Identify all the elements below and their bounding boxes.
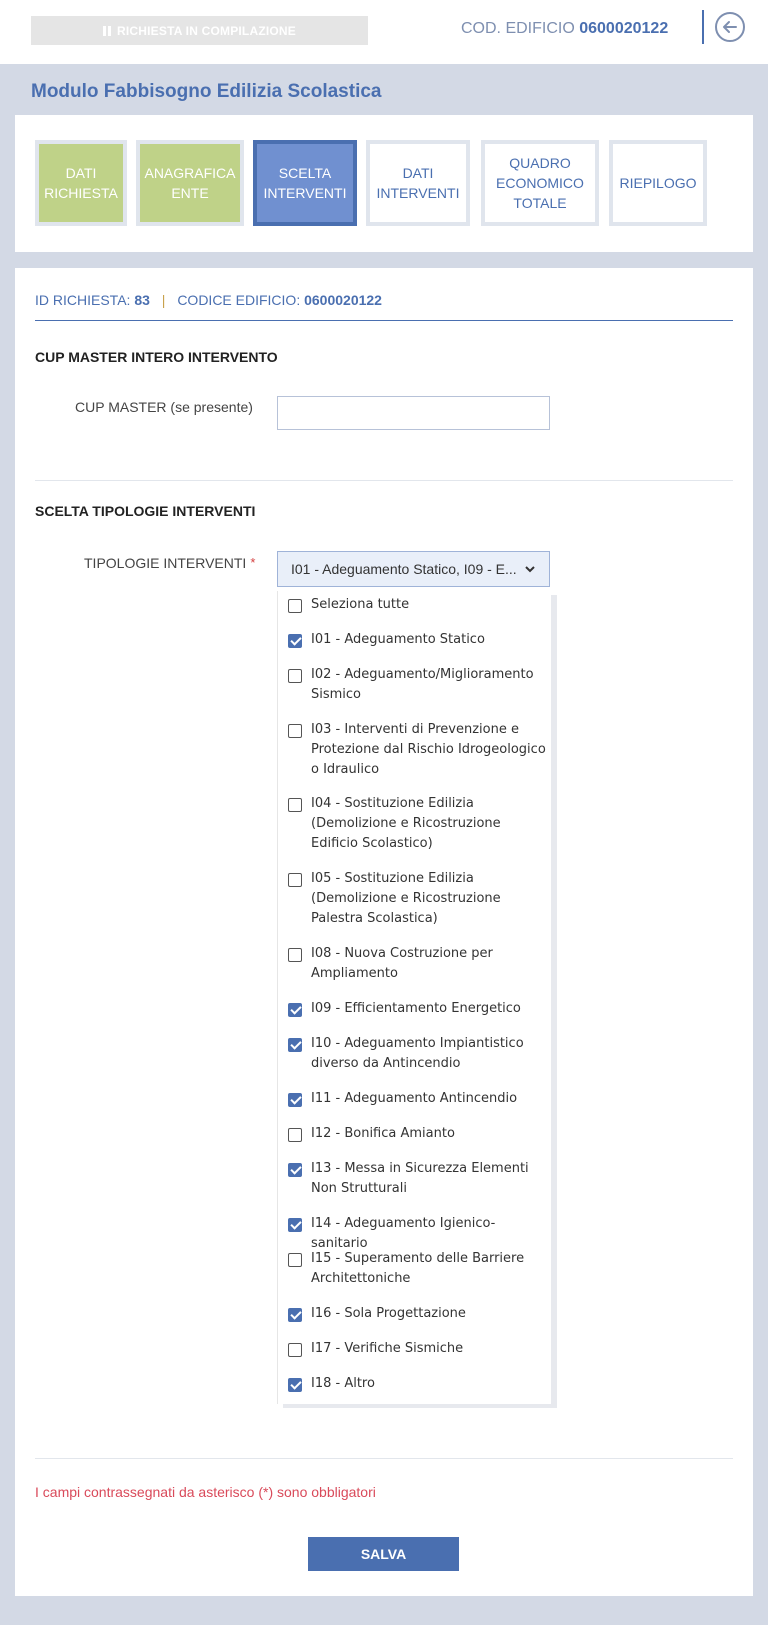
divider [35, 320, 733, 321]
cup-master-label: CUP MASTER (se presente) [75, 399, 253, 415]
request-info: ID RICHIESTA: 83 | CODICE EDIFICIO: 0600… [35, 292, 382, 308]
checkbox[interactable] [288, 1038, 302, 1052]
request-building-code: 0600020122 [304, 292, 382, 308]
chevron-down-icon [525, 566, 535, 573]
building-code-value: 0600020122 [579, 20, 669, 37]
checkbox[interactable] [288, 1378, 302, 1392]
checkbox[interactable] [288, 798, 302, 812]
required-mark: * [250, 555, 256, 570]
building-code-label: COD. EDIFICIO [461, 20, 575, 37]
checkbox[interactable] [288, 948, 302, 962]
tipologie-select[interactable]: I01 - Adeguamento Statico, I09 - E... [277, 551, 550, 587]
step-dati-interventi[interactable]: DATI INTERVENTI [366, 140, 470, 226]
step-quadro-economico-totale[interactable]: QUADRO ECONOMICO TOTALE [481, 140, 599, 226]
pause-icon [103, 25, 111, 36]
required-fields-note: I campi contrassegnati da asterisco (*) … [35, 1484, 376, 1500]
checkbox[interactable] [288, 599, 302, 613]
back-button[interactable] [715, 12, 745, 42]
stepper: DATI RICHIESTA ANAGRAFICA ENTE SCELTA INTER… [15, 115, 753, 252]
checkbox[interactable] [288, 1003, 302, 1017]
checkbox[interactable] [288, 669, 302, 683]
divider [35, 480, 733, 481]
save-button[interactable]: SALVA [308, 1537, 459, 1571]
checkbox[interactable] [288, 1093, 302, 1107]
checkbox[interactable] [288, 873, 302, 887]
status-badge: RICHIESTA IN COMPILAZIONE [31, 16, 368, 45]
request-id: 83 [134, 292, 150, 308]
step-anagrafica-ente[interactable]: ANAGRAFICA ENTE [136, 140, 244, 226]
checkbox[interactable] [288, 1163, 302, 1177]
divider [702, 10, 704, 44]
page-title: Modulo Fabbisogno Edilizia Scolastica [31, 81, 382, 102]
section-heading-cup: CUP MASTER INTERO INTERVENTO [35, 349, 278, 365]
checkbox[interactable] [288, 1128, 302, 1142]
checkbox[interactable] [288, 1253, 302, 1267]
section-heading-tipologie: SCELTA TIPOLOGIE INTERVENTI [35, 503, 256, 519]
checkbox[interactable] [288, 634, 302, 648]
tipologie-dropdown: Seleziona tutte I01 - Adeguamento Static… [277, 591, 551, 1404]
cup-master-input[interactable] [277, 396, 550, 430]
status-text: RICHIESTA IN COMPILAZIONE [117, 23, 296, 38]
checkbox[interactable] [288, 1308, 302, 1322]
step-scelta-interventi[interactable]: SCELTA INTERVENTI [253, 140, 357, 226]
checkbox[interactable] [288, 1343, 302, 1357]
tipologie-label: TIPOLOGIE INTERVENTI * [84, 555, 256, 571]
arrow-left-icon [723, 21, 737, 33]
step-riepilogo[interactable]: RIEPILOGO [609, 140, 707, 226]
top-bar: RICHIESTA IN COMPILAZIONE COD. EDIFICIO … [0, 0, 768, 64]
tipologie-selected-value: I01 - Adeguamento Statico, I09 - E... [291, 561, 517, 577]
step-dati-richiesta[interactable]: DATI RICHIESTA [35, 140, 127, 226]
divider [35, 1458, 733, 1459]
checkbox[interactable] [288, 1218, 302, 1232]
checkbox[interactable] [288, 724, 302, 738]
building-code: COD. EDIFICIO 0600020122 [461, 20, 668, 38]
